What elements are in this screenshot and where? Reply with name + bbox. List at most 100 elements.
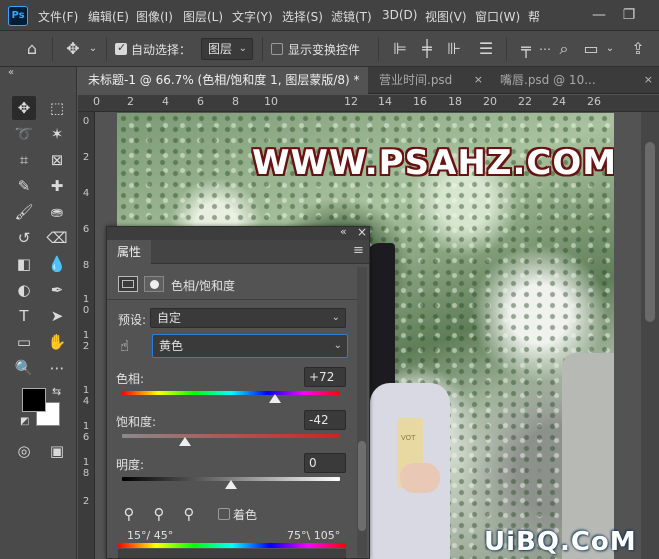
share-icon[interactable]: ⇪ (628, 39, 648, 59)
zoom-tool-icon[interactable]: 🔍 (12, 356, 36, 380)
hue-slider-track[interactable] (122, 391, 340, 395)
quick-mask-icon[interactable]: ◎ (12, 439, 36, 463)
hand-tool-icon[interactable]: ✋ (45, 330, 69, 354)
chevron-down-icon[interactable]: ⌄ (86, 39, 100, 59)
blur-tool-icon[interactable]: 💧 (45, 252, 69, 276)
history-brush-icon[interactable]: ↺ (12, 226, 36, 250)
lightness-slider-thumb[interactable] (225, 480, 237, 489)
align-left-icon[interactable]: ⊫ (390, 39, 410, 59)
more-icon[interactable]: ⋯ (538, 39, 552, 59)
path-select-icon[interactable]: ➤ (45, 304, 69, 328)
crop-tool-icon[interactable]: ⌗ (12, 148, 36, 172)
healing-brush-icon[interactable]: ✚ (45, 174, 69, 198)
marquee-tool-icon[interactable]: ⬚ (45, 96, 69, 120)
dodge-tool-icon[interactable]: ◐ (12, 278, 36, 302)
menu-view[interactable]: 视图(V) (425, 8, 467, 25)
menu-filter[interactable]: 滤镜(T) (331, 8, 372, 25)
ruler-label: 22 (518, 95, 532, 108)
menu-type[interactable]: 文字(Y) (232, 8, 273, 25)
channel-dropdown[interactable]: 黄色 ⌄ (152, 334, 348, 358)
ruler-label: 2 (82, 152, 90, 163)
align-center-icon[interactable]: ╪ (417, 39, 437, 59)
auto-select-checkbox[interactable] (115, 41, 127, 55)
layer-mask-icon[interactable] (144, 276, 164, 292)
menu-select[interactable]: 选择(S) (282, 8, 323, 25)
move-tool-icon[interactable]: ✥ (63, 39, 83, 59)
menu-layer[interactable]: 图层(L) (183, 8, 223, 25)
menu-edit[interactable]: 编辑(E) (88, 8, 129, 25)
default-colors-icon[interactable]: ◩ (20, 416, 29, 427)
swap-colors-icon[interactable]: ⇆ (52, 385, 61, 398)
rectangle-tool-icon[interactable]: ▭ (12, 330, 36, 354)
align-right-icon[interactable]: ⊪ (444, 39, 464, 59)
color-range-bar[interactable] (118, 543, 346, 548)
menu-3d[interactable]: 3D(D) (382, 8, 417, 22)
magic-wand-icon[interactable]: ✶ (45, 122, 69, 146)
lasso-tool-icon[interactable]: ➰ (12, 122, 36, 146)
collapse-icon[interactable]: « (8, 67, 14, 78)
tab-lips[interactable]: 嘴唇.psd @ 10... × (490, 67, 659, 94)
canvas-scrollbar[interactable] (641, 112, 659, 559)
restore-button[interactable]: ❐ (618, 4, 640, 26)
align-top-icon[interactable]: ╤ (516, 39, 536, 59)
more-tools-icon[interactable]: ⋯ (45, 356, 69, 380)
lightness-value-field[interactable]: 0 (304, 453, 346, 473)
ruler-label: 8 (82, 260, 90, 271)
eyedropper-subtract-icon[interactable]: ⚲ (178, 503, 200, 525)
eyedropper-add-icon[interactable]: ⚲ (148, 503, 170, 525)
menu-window[interactable]: 窗口(W) (475, 8, 520, 25)
adjustment-layer-icon[interactable] (118, 276, 138, 292)
close-icon[interactable]: × (644, 67, 653, 93)
tab-label: 嘴唇.psd @ 10... (500, 73, 596, 87)
align-middle-icon[interactable]: ☰ (476, 39, 496, 59)
gradient-tool-icon[interactable]: ◧ (12, 252, 36, 276)
workspace-icon[interactable]: ▭ (580, 39, 602, 59)
eyedropper-icon[interactable]: ⚲ (118, 503, 140, 525)
adjustment-title: 色相/饱和度 (171, 279, 236, 293)
frame-tool-icon[interactable]: ⊠ (45, 148, 69, 172)
home-icon[interactable]: ⌂ (22, 39, 42, 59)
preset-dropdown[interactable]: 自定 ⌄ (150, 308, 346, 328)
targeted-adjustment-hand-icon[interactable]: ☝ (120, 337, 129, 355)
saturation-value-field[interactable]: -42 (304, 410, 346, 430)
eraser-icon[interactable]: ⌫ (45, 226, 69, 250)
tab-untitled-1[interactable]: 未标题-1 @ 66.7% (色相/饱和度 1, 图层蒙版/8) * (78, 67, 368, 94)
close-icon[interactable]: × (357, 227, 367, 239)
range-right-readout: 75°\ 105° (287, 529, 341, 542)
eyedropper-icon[interactable]: ✎ (12, 174, 36, 198)
pen-tool-icon[interactable]: ✒ (45, 278, 69, 302)
chevron-down-icon[interactable]: ⌄ (603, 39, 617, 59)
screen-mode-icon[interactable]: ▣ (45, 439, 69, 463)
photo-girl-hair (367, 243, 395, 403)
panel-footer (118, 549, 346, 558)
move-tool-icon[interactable]: ✥ (12, 96, 36, 120)
saturation-slider-thumb[interactable] (179, 437, 192, 446)
hue-value-field[interactable]: +72 (304, 367, 346, 387)
menu-help[interactable]: 帮 (528, 8, 540, 25)
menu-file[interactable]: 文件(F) (38, 8, 78, 25)
panel-title-bar[interactable]: « × (107, 227, 369, 240)
colorize-checkbox[interactable] (218, 508, 230, 520)
chevron-down-icon: ⌄ (238, 43, 247, 54)
foreground-color-swatch-top[interactable] (22, 388, 46, 412)
close-icon[interactable]: × (474, 67, 483, 93)
panel-menu-icon[interactable]: ≡ (353, 243, 364, 258)
auto-select-dropdown[interactable]: 图层 ⌄ (201, 38, 253, 60)
type-tool-icon[interactable]: T (12, 304, 36, 328)
brush-tool-icon[interactable]: 🖌 (12, 200, 36, 224)
scrollbar-thumb[interactable] (645, 142, 655, 322)
menu-image[interactable]: 图像(I) (136, 8, 173, 25)
show-transform-checkbox[interactable] (271, 43, 283, 55)
tab-label: 未标题-1 @ 66.7% (色相/饱和度 1, 图层蒙版/8) * (88, 73, 360, 87)
tab-business-hours[interactable]: 营业时间.psd × (369, 67, 489, 94)
search-icon[interactable]: ⌕ (554, 39, 574, 59)
hue-slider-thumb[interactable] (268, 394, 281, 403)
saturation-slider-track[interactable] (122, 434, 340, 438)
stamp-tool-icon[interactable]: ⛂ (45, 200, 69, 224)
panel-scrollbar-thumb[interactable] (358, 441, 366, 531)
minimize-button[interactable]: — (588, 4, 610, 26)
panel-scrollbar[interactable] (357, 267, 367, 557)
collapse-icon[interactable]: « (340, 227, 347, 238)
tab-properties[interactable]: 属性 (107, 240, 152, 264)
lightness-label: 明度: (116, 458, 145, 472)
